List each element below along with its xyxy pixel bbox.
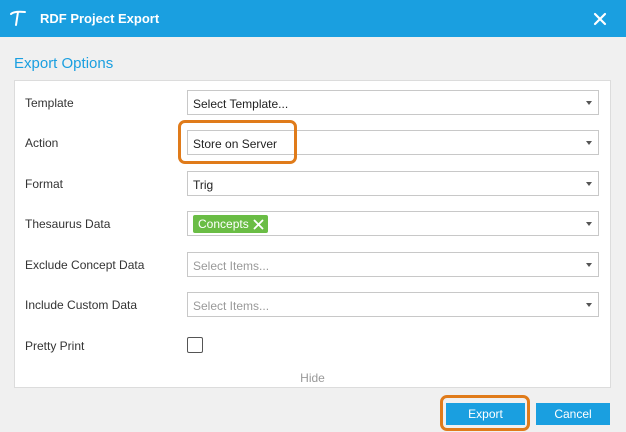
include-label: Include Custom Data — [25, 298, 138, 312]
format-value: Trig — [193, 178, 214, 192]
dropdown-arrow-icon — [586, 141, 592, 145]
exclude-placeholder: Select Items... — [193, 259, 270, 273]
exclude-concept-select[interactable]: Select Items... — [187, 252, 599, 277]
action-select[interactable]: Store on Server — [187, 130, 599, 155]
cancel-button[interactable]: Cancel — [536, 403, 610, 425]
action-value: Store on Server — [193, 137, 278, 151]
exclude-label: Exclude Concept Data — [25, 258, 145, 272]
dropdown-arrow-icon — [586, 182, 592, 186]
pretty-print-checkbox[interactable] — [187, 337, 203, 353]
thesaurus-select[interactable]: Concepts — [187, 211, 599, 236]
dropdown-arrow-icon — [586, 222, 592, 226]
export-options-panel: Template Select Template... Action Store… — [14, 80, 611, 388]
format-label: Format — [25, 177, 64, 191]
hide-link[interactable]: Hide — [15, 371, 610, 385]
tag-label: Concepts — [198, 217, 249, 231]
dropdown-arrow-icon — [586, 263, 592, 267]
section-title: Export Options — [14, 55, 114, 72]
action-label: Action — [25, 136, 59, 150]
remove-tag-icon[interactable] — [253, 219, 264, 230]
format-select[interactable]: Trig — [187, 171, 599, 196]
app-logo-icon — [10, 10, 26, 26]
pretty-print-label: Pretty Print — [25, 339, 85, 353]
export-button[interactable]: Export — [446, 403, 525, 425]
template-select[interactable]: Select Template... — [187, 90, 599, 115]
dropdown-arrow-icon — [586, 303, 592, 307]
tag-concepts: Concepts — [193, 215, 268, 233]
dropdown-arrow-icon — [586, 101, 592, 105]
thesaurus-label: Thesaurus Data — [25, 217, 111, 231]
template-value: Select Template... — [193, 97, 289, 111]
include-placeholder: Select Items... — [193, 299, 270, 313]
include-custom-select[interactable]: Select Items... — [187, 292, 599, 317]
template-label: Template — [25, 96, 74, 110]
dialog-titlebar: RDF Project Export — [0, 0, 626, 37]
dialog-title: RDF Project Export — [40, 11, 160, 26]
close-icon[interactable] — [590, 9, 610, 29]
